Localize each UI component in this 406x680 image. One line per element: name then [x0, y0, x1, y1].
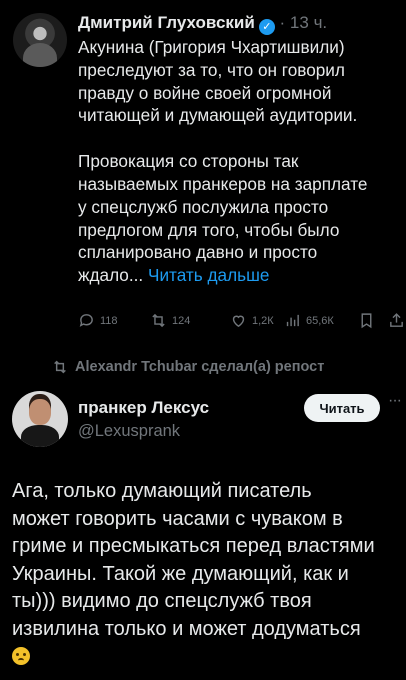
author-avatar[interactable]: [12, 391, 68, 447]
author-name[interactable]: пранкер Лексус: [78, 397, 209, 419]
tweet-time[interactable]: · 13 ч.: [280, 13, 328, 32]
author-name[interactable]: Дмитрий Глуховский: [78, 13, 255, 32]
share-icon: [390, 313, 403, 327]
tweet-line: правду о войне своей огромной: [78, 82, 332, 103]
tweet-line-prefix: ждало...: [78, 265, 144, 286]
repost-count: 124: [172, 314, 191, 327]
views-icon: [286, 314, 299, 327]
tweet-line: может говорить часами с чуваком в: [12, 507, 343, 530]
tweet-header: пранкер Лексус @Lexusprank: [78, 397, 209, 443]
reply-count: 118: [100, 314, 118, 327]
tweet-line: Акунина (Григория Чхартишвили): [78, 37, 345, 57]
reply-button[interactable]: 118: [78, 312, 118, 329]
repost-indicator[interactable]: Alexandr Tchubar сделал(а) репост: [52, 359, 324, 375]
bookmark-button[interactable]: [358, 312, 375, 329]
pleading-face-emoji-icon: [12, 647, 30, 665]
tweet-line: Ага, только думающий писатель: [12, 480, 312, 502]
tweet-line: предлогом для того, чтобы было: [78, 219, 340, 240]
read-more-link[interactable]: Читать дальше: [148, 265, 269, 285]
tweet-line-last: ждало... Читать дальше: [78, 264, 406, 287]
emoji-line: [12, 643, 406, 671]
repost-icon: [54, 360, 66, 374]
tweet-line: преследуют за то, что он говорил: [78, 59, 345, 80]
tweet-text: Акунина (Григория Чхартишвили) преследую…: [78, 36, 406, 287]
heart-icon: [232, 315, 245, 328]
tweet-line: Провокация со стороны так: [78, 151, 299, 172]
share-button[interactable]: [388, 312, 405, 329]
author-handle[interactable]: @Lexusprank: [78, 419, 209, 443]
like-count: 1,2К: [252, 314, 274, 327]
tweet-line: спланировано давно и просто: [78, 242, 318, 263]
tweet-line: ты))) видимо до спецслужб твоя: [12, 590, 312, 612]
more-options-icon[interactable]: ···: [388, 393, 402, 409]
tweet-actions: 118 124 1,2К 65,6К: [78, 312, 406, 334]
tweet-glukhovsky[interactable]: Дмитрий Глуховский ✓ · 13 ч. Акунина (Гри…: [0, 0, 406, 352]
tweet-line: у спецслужб послужила просто: [78, 196, 329, 217]
views-button[interactable]: 65,6К: [284, 312, 334, 329]
tweet-line: Украины. Такой же думающий, как и: [12, 562, 349, 585]
like-button[interactable]: 1,2К: [230, 312, 274, 329]
reply-icon: [79, 314, 93, 327]
bookmark-icon: [361, 313, 372, 329]
tweet-text: Ага, только думающий писатель может гово…: [12, 478, 406, 671]
views-count: 65,6К: [306, 314, 334, 327]
repost-label: Alexandr Tchubar сделал(а) репост: [75, 359, 325, 375]
tweet-line: называемых пранкеров на зарплате: [78, 173, 368, 194]
tweet-line: извилина только и может додуматься: [12, 617, 361, 640]
tweet-line: гриме и пресмыкаться перед властями: [12, 535, 375, 557]
tweet-header: Дмитрий Глуховский ✓ · 13 ч.: [78, 12, 327, 35]
tweet-line: читающей и думающей аудитории.: [78, 105, 358, 126]
follow-button[interactable]: Читать: [304, 394, 380, 422]
repost-icon: [152, 313, 165, 328]
author-avatar[interactable]: [13, 13, 67, 67]
repost-button[interactable]: 124: [150, 312, 190, 329]
verified-badge-icon: ✓: [258, 19, 275, 35]
